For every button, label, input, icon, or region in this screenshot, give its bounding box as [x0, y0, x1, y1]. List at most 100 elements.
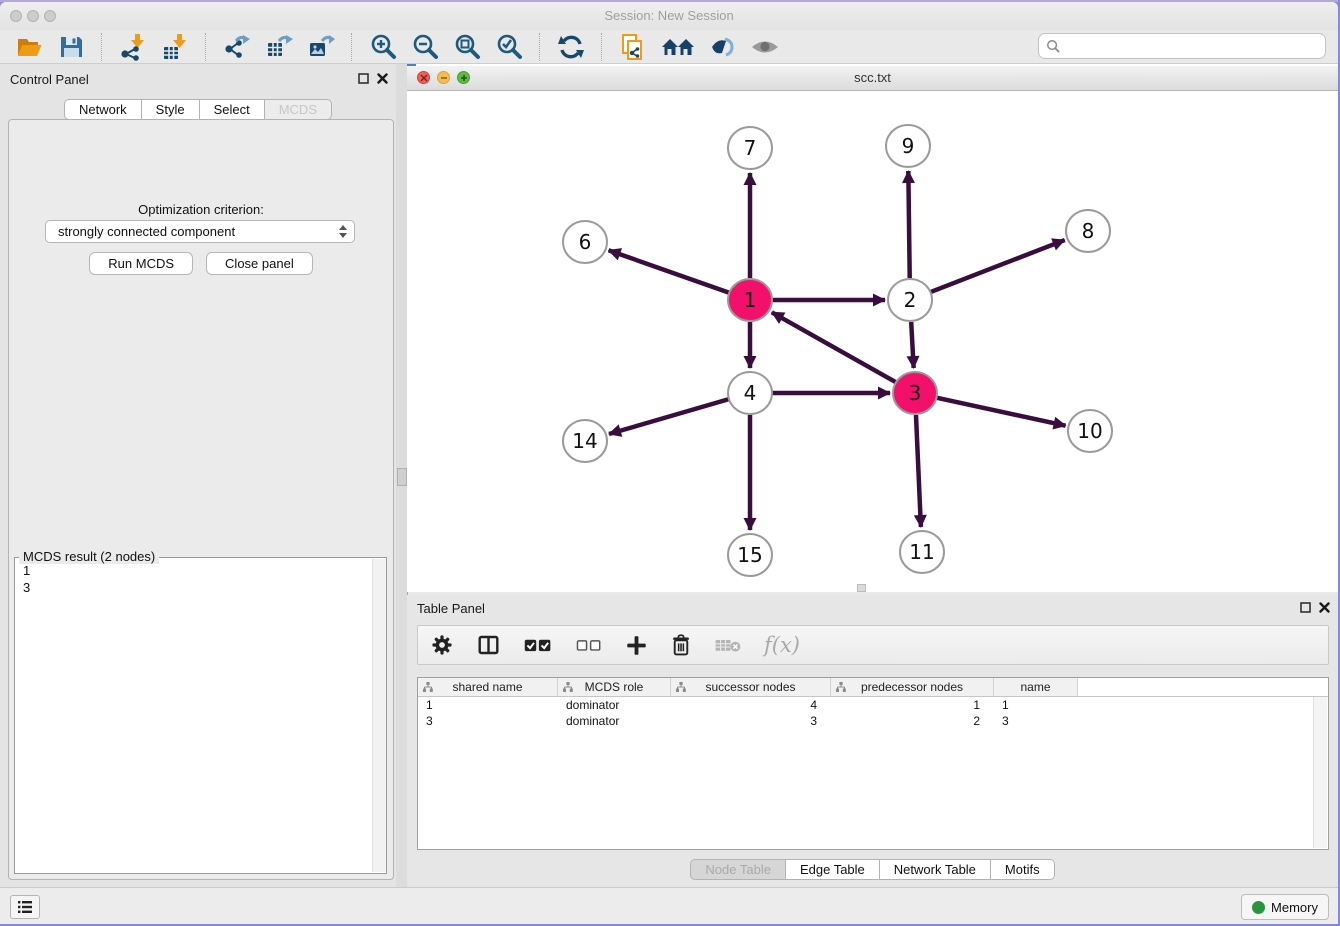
search-icon: [1046, 39, 1061, 54]
column-header-name[interactable]: name: [994, 678, 1078, 696]
result-scrollbar[interactable]: [372, 559, 386, 872]
network-graph[interactable]: 7 9 6 8 1 2 4 3 14 10 15 11: [407, 91, 1338, 590]
control-panel: Control Panel Optimization criterion: st…: [0, 64, 396, 888]
import-network-icon[interactable]: [117, 32, 149, 62]
table-cell[interactable]: 3: [671, 713, 831, 729]
save-session-icon[interactable]: [55, 32, 87, 62]
node-4[interactable]: 4: [728, 372, 772, 414]
table-cell[interactable]: 1: [418, 697, 558, 713]
search-box[interactable]: [1038, 33, 1326, 59]
node-7[interactable]: 7: [728, 127, 772, 169]
table-row[interactable]: 1dominator411: [418, 697, 1328, 713]
network-canvas[interactable]: 7 9 6 8 1 2 4 3 14 10 15 11: [407, 91, 1338, 590]
node-2[interactable]: 2: [888, 279, 932, 321]
column-header-mcds-role[interactable]: MCDS role: [558, 678, 671, 696]
export-image-icon[interactable]: [305, 32, 337, 62]
node-14[interactable]: 14: [563, 420, 607, 462]
node-15[interactable]: 15: [728, 534, 772, 576]
float-table-panel-icon[interactable]: [1300, 602, 1311, 613]
refresh-layout-icon[interactable]: [555, 32, 587, 62]
column-header-predecessor-nodes[interactable]: predecessor nodes: [831, 678, 994, 696]
zoom-fit-icon[interactable]: [451, 32, 483, 62]
table-cell[interactable]: 3: [994, 713, 1078, 729]
eye-icon[interactable]: [749, 32, 781, 62]
table-cell[interactable]: 3: [418, 713, 558, 729]
tab-motifs[interactable]: Motifs: [991, 859, 1055, 880]
delete-column-icon[interactable]: [670, 633, 692, 657]
table-cell[interactable]: 2: [831, 713, 994, 729]
zoom-selected-icon[interactable]: [493, 32, 525, 62]
tab-mcds[interactable]: MCDS: [265, 99, 332, 120]
add-column-icon[interactable]: [625, 634, 648, 657]
close-table-panel-icon[interactable]: [1319, 602, 1330, 613]
criterion-value: strongly connected component: [58, 224, 235, 239]
table-cell[interactable]: dominator: [558, 697, 671, 713]
open-session-icon[interactable]: [13, 32, 45, 62]
edge-3-11[interactable]: [916, 415, 921, 527]
edge-4-14[interactable]: [609, 399, 729, 434]
zoom-in-icon[interactable]: [367, 32, 399, 62]
memory-button[interactable]: Memory: [1241, 894, 1329, 920]
deselect-all-icon[interactable]: [575, 635, 603, 655]
criterion-select[interactable]: strongly connected component: [45, 220, 355, 243]
node-10[interactable]: 10: [1068, 410, 1112, 452]
duplicate-network-icon[interactable]: [617, 32, 649, 62]
toolbar-separator: [539, 33, 541, 61]
function-builder-icon: f(x): [764, 633, 800, 657]
table-cell[interactable]: 1: [831, 697, 994, 713]
select-all-icon[interactable]: [523, 634, 553, 656]
list-icon: [17, 900, 33, 914]
search-input[interactable]: [1061, 38, 1315, 55]
edge-3-10[interactable]: [936, 398, 1065, 426]
network-resize-grip[interactable]: [857, 584, 866, 592]
export-network-icon[interactable]: [221, 32, 253, 62]
network-window-title: scc.txt: [407, 70, 1338, 85]
splitter-grip[interactable]: [397, 468, 407, 486]
import-table-icon[interactable]: [159, 32, 191, 62]
float-panel-icon[interactable]: [358, 73, 369, 84]
tab-network-table[interactable]: Network Table: [880, 859, 991, 880]
column-header-successor-nodes[interactable]: successor nodes: [671, 678, 831, 696]
edge-2-9[interactable]: [908, 171, 909, 278]
edge-2-3[interactable]: [911, 322, 913, 368]
node-11[interactable]: 11: [900, 531, 944, 573]
node-3[interactable]: 3: [893, 372, 937, 414]
network-window-titlebar[interactable]: scc.txt: [407, 66, 1338, 91]
table-scrollbar[interactable]: [1313, 697, 1327, 848]
edge-2-8[interactable]: [931, 240, 1065, 292]
node-1[interactable]: 1: [728, 279, 772, 321]
tab-node-table[interactable]: Node Table: [690, 859, 786, 880]
control-panel-title: Control Panel: [10, 72, 89, 87]
close-panel-button[interactable]: Close panel: [206, 252, 313, 275]
edge-3-1[interactable]: [772, 312, 896, 382]
zoom-out-icon[interactable]: [409, 32, 441, 62]
tab-edge-table[interactable]: Edge Table: [786, 859, 880, 880]
table-panel-title: Table Panel: [417, 601, 485, 616]
edge-1-6[interactable]: [609, 250, 730, 292]
mcds-result-text[interactable]: 1 3: [15, 558, 386, 600]
main-toolbar: [0, 30, 1338, 64]
node-6[interactable]: 6: [563, 221, 607, 263]
tab-style[interactable]: Style: [142, 99, 200, 120]
export-table-icon[interactable]: [263, 32, 295, 62]
table-cell[interactable]: dominator: [558, 713, 671, 729]
node-9[interactable]: 9: [886, 125, 930, 167]
screen-edge-top: [0, 0, 1340, 2]
table-cell[interactable]: 4: [671, 697, 831, 713]
tab-select[interactable]: Select: [200, 99, 265, 120]
table-row[interactable]: 3dominator323: [418, 713, 1328, 729]
split-columns-icon[interactable]: [476, 633, 501, 657]
svg-text:11: 11: [909, 540, 934, 564]
home-icon[interactable]: [659, 32, 697, 62]
task-history-button[interactable]: [10, 895, 40, 919]
svg-text:9: 9: [902, 134, 915, 158]
table-cell[interactable]: 1: [994, 697, 1078, 713]
hide-graphics-details-icon[interactable]: [707, 32, 739, 62]
node-8[interactable]: 8: [1066, 210, 1110, 252]
column-header-shared-name[interactable]: shared name: [418, 678, 558, 696]
svg-text:6: 6: [579, 230, 592, 254]
tab-network[interactable]: Network: [64, 99, 142, 120]
gear-icon[interactable]: [430, 633, 454, 657]
close-panel-icon[interactable]: [377, 73, 388, 84]
run-mcds-button[interactable]: Run MCDS: [89, 252, 193, 275]
